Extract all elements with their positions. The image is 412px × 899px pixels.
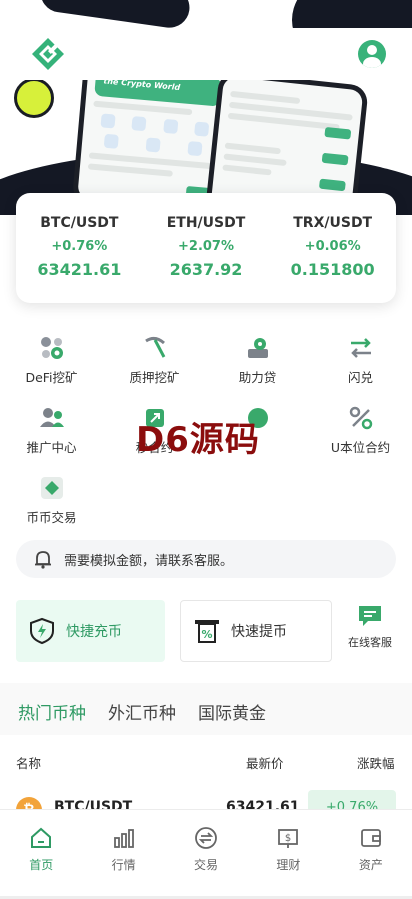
defi-mining-icon: [40, 337, 63, 359]
market-tabs: 热门币种 外汇币种 国际黄金: [18, 699, 288, 738]
ticker-pair: TRX/USDT: [293, 215, 373, 231]
menu-item-u-contract[interactable]: U本位合约: [309, 405, 412, 465]
notice-bar[interactable]: 需要模拟金额，请联系客服。: [16, 540, 396, 578]
ticker-price: 0.151800: [290, 260, 375, 279]
ticker-price: 63421.61: [37, 260, 122, 279]
online-support-label: 在线客服: [348, 636, 392, 649]
ticker-item-eth[interactable]: ETH/USDT +2.07% 2637.92: [143, 193, 270, 303]
watermark-text: D6源码: [136, 420, 260, 460]
nav-label: 资产: [358, 858, 383, 872]
menu-item-flash-swap[interactable]: 闪兑: [309, 335, 412, 395]
trade-icon: [195, 827, 217, 849]
nav-trade[interactable]: 交易: [165, 810, 247, 899]
bottom-nav: 首页 行情 交易 $ 理财 资产: [0, 809, 412, 899]
chart-icon: [113, 829, 134, 848]
hero-ball-decoration: [14, 78, 54, 118]
ticker-price: 2637.92: [169, 260, 243, 279]
row-change-badge: +0.76%: [308, 790, 396, 811]
nav-label: 交易: [194, 858, 219, 872]
referral-icon: [39, 408, 64, 427]
nav-market[interactable]: 行情: [82, 810, 164, 899]
quick-deposit-label: 快捷充币: [66, 624, 122, 640]
nav-label: 行情: [111, 858, 136, 872]
nav-label: 首页: [29, 858, 54, 872]
ticker-change: +2.07%: [178, 239, 234, 254]
ticker-change: +0.76%: [51, 239, 108, 254]
column-header-price: 最新价: [246, 756, 284, 771]
notice-text: 需要模拟金额，请联系客服。: [64, 553, 234, 569]
menu-item-staking-mining[interactable]: 质押挖矿: [103, 335, 206, 395]
market-section: 热门币种 外汇币种 国际黄金 名称 最新价 涨跌幅 ₿ BTC/USDT 634…: [0, 683, 412, 815]
nav-label: 理财: [276, 858, 301, 872]
ticker-pair: ETH/USDT: [166, 215, 246, 231]
quick-withdraw-button[interactable]: % 快速提币: [180, 600, 332, 662]
menu-item-referral[interactable]: 推广中心: [0, 405, 103, 465]
tab-hot-coins[interactable]: 热门币种: [18, 699, 86, 738]
online-support-button[interactable]: 在线客服: [344, 604, 396, 650]
menu-item-label: 闪兑: [347, 370, 373, 385]
chat-support-icon: [359, 606, 381, 626]
menu-item-label: 质押挖矿: [129, 370, 180, 385]
tab-forex[interactable]: 外汇币种: [108, 699, 176, 724]
user-avatar-icon[interactable]: [358, 40, 386, 68]
bell-icon: [35, 551, 51, 569]
ticker-change: +0.06%: [304, 239, 361, 254]
swap-arrows-icon: [350, 338, 371, 358]
receipt-percent-icon: %: [195, 620, 219, 643]
home-icon: [31, 827, 52, 848]
menu-item-label: 推广中心: [26, 440, 77, 455]
ticker-item-trx[interactable]: TRX/USDT +0.06% 0.151800: [269, 193, 396, 303]
quick-deposit-button[interactable]: 快捷充币: [16, 600, 165, 662]
brand-logo-icon[interactable]: [30, 36, 66, 72]
menu-item-label: 币币交易: [26, 510, 77, 525]
svg-text:%: %: [201, 628, 212, 641]
menu-item-label: DeFi挖矿: [25, 370, 78, 385]
menu-item-label: U本位合约: [330, 440, 391, 455]
menu-item-loan[interactable]: 助力贷: [206, 335, 309, 395]
column-header-name: 名称: [16, 756, 42, 771]
ticker-card: BTC/USDT +0.76% 63421.61 ETH/USDT +2.07%…: [16, 193, 396, 303]
percent-icon: [349, 406, 372, 430]
table-row[interactable]: ₿ BTC/USDT 63421.61 +0.76%: [0, 787, 412, 811]
shield-bolt-icon: [30, 617, 54, 645]
column-header-change: 涨跌幅: [357, 756, 395, 771]
menu-item-defi-mining[interactable]: DeFi挖矿: [0, 335, 103, 395]
top-bar: [0, 28, 412, 80]
menu-item-label: 助力贷: [238, 370, 277, 385]
hero-banner: the Crypto World: [0, 0, 412, 215]
pickaxe-icon: [144, 336, 165, 358]
wallet-icon: [360, 829, 381, 847]
quick-withdraw-label: 快速提币: [231, 624, 287, 640]
menu-item-spot-trade[interactable]: 币币交易: [0, 475, 103, 535]
svg-text:$: $: [285, 833, 291, 844]
spot-trade-icon: [40, 477, 63, 499]
tab-gold[interactable]: 国际黄金: [198, 699, 266, 724]
ticker-item-btc[interactable]: BTC/USDT +0.76% 63421.61: [16, 193, 143, 303]
nav-finance[interactable]: $ 理财: [247, 810, 329, 899]
hero-decoration: [37, 0, 193, 31]
loan-icon: [247, 338, 268, 358]
app-page: the Crypto World BTC/USDT +0.76% 63421.6…: [0, 0, 412, 899]
finance-icon: $: [278, 829, 299, 848]
ticker-pair: BTC/USDT: [40, 215, 119, 231]
nav-home[interactable]: 首页: [0, 810, 82, 899]
nav-assets[interactable]: 资产: [330, 810, 412, 899]
